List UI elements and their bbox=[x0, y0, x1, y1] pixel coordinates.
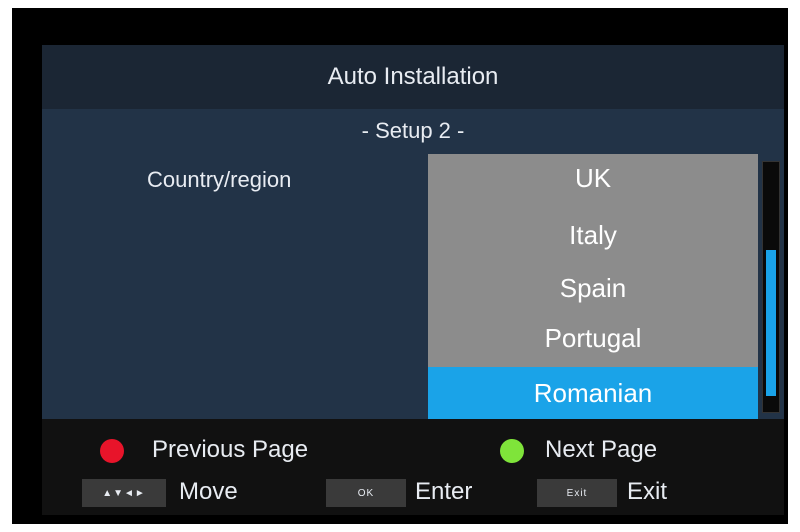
next-page-hint: Next Page bbox=[545, 436, 658, 463]
exit-hint: Exit bbox=[627, 478, 668, 505]
option-romanian-selected[interactable]: Romanian bbox=[428, 367, 758, 419]
previous-page-hint: Previous Page bbox=[152, 436, 309, 463]
help-footer: Previous Page Next Page ▲▼◄► Move OK Ent… bbox=[42, 419, 784, 515]
country-dropdown-list[interactable]: UK Italy Spain Portugal Romanian bbox=[428, 154, 758, 419]
option-uk[interactable]: UK bbox=[428, 154, 758, 202]
ok-key-icon: OK bbox=[326, 479, 406, 507]
option-spain[interactable]: Spain bbox=[428, 264, 758, 312]
window-title: Auto Installation bbox=[42, 45, 784, 109]
option-portugal[interactable]: Portugal bbox=[428, 314, 758, 362]
move-hint: Move bbox=[179, 478, 238, 505]
red-button-icon bbox=[100, 439, 124, 463]
exit-key-icon: Exit bbox=[537, 479, 617, 507]
option-italy[interactable]: Italy bbox=[428, 211, 758, 259]
arrow-keys-icon: ▲▼◄► bbox=[82, 479, 166, 507]
tv-screen: Auto Installation - Setup 2 - Country/re… bbox=[12, 8, 788, 524]
enter-hint: Enter bbox=[415, 478, 473, 505]
installation-panel: Auto Installation - Setup 2 - Country/re… bbox=[42, 45, 784, 515]
green-button-icon bbox=[500, 439, 524, 463]
dropdown-scrollbar[interactable] bbox=[762, 161, 780, 413]
page-subtitle: - Setup 2 - bbox=[361, 118, 465, 143]
setup-content: - Setup 2 - Country/region UK Italy Spai… bbox=[42, 109, 784, 419]
country-region-label: Country/region bbox=[147, 167, 292, 192]
scrollbar-thumb[interactable] bbox=[766, 250, 776, 396]
